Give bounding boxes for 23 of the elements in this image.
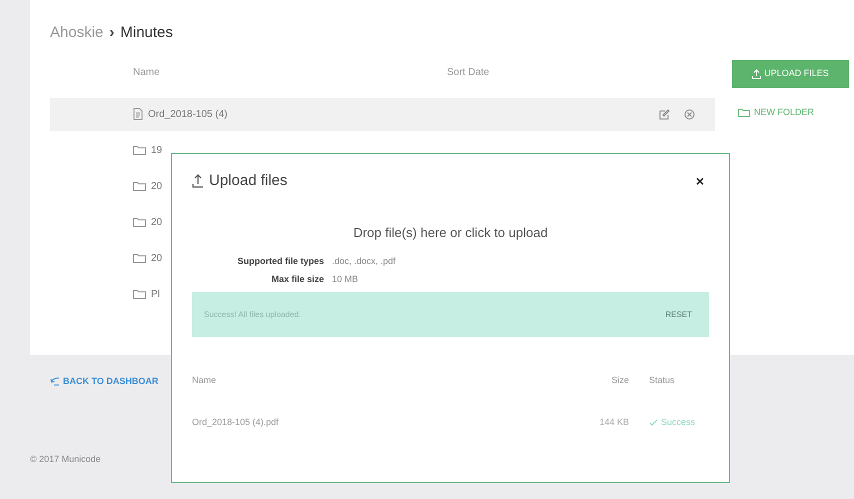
item-name: 20 xyxy=(151,216,162,230)
column-header: Name xyxy=(133,66,161,80)
item-name: Pl xyxy=(151,288,160,302)
breadcrumb-current: Minutes xyxy=(120,23,173,43)
breadcrumb-separator: › xyxy=(109,23,114,43)
file-name: Ord_2018-105 (4).pdf xyxy=(192,416,280,429)
item-name: Ord_2018-105 (4) xyxy=(148,108,228,122)
info-label: Max file size xyxy=(270,272,324,286)
item-name: 20 xyxy=(151,252,162,266)
info-value: 10 MB xyxy=(332,272,358,286)
item-name: 19 xyxy=(151,144,162,158)
column-header: Size xyxy=(610,374,629,387)
info-value: .doc, .docx, .pdf xyxy=(332,255,396,268)
file-size: 144 KB xyxy=(598,416,629,428)
item-name: 20 xyxy=(151,180,162,194)
info-label: Supported file types xyxy=(236,255,324,268)
alert-message: Success! All files uploaded. xyxy=(204,308,301,320)
dialog-title: Upload files xyxy=(209,171,288,191)
copyright-text: © 2017 Municode xyxy=(30,452,101,466)
file-status: Success xyxy=(661,416,696,428)
column-header: Status xyxy=(649,374,676,387)
column-header: Name xyxy=(192,374,218,387)
column-header: Sort Date xyxy=(447,66,490,80)
